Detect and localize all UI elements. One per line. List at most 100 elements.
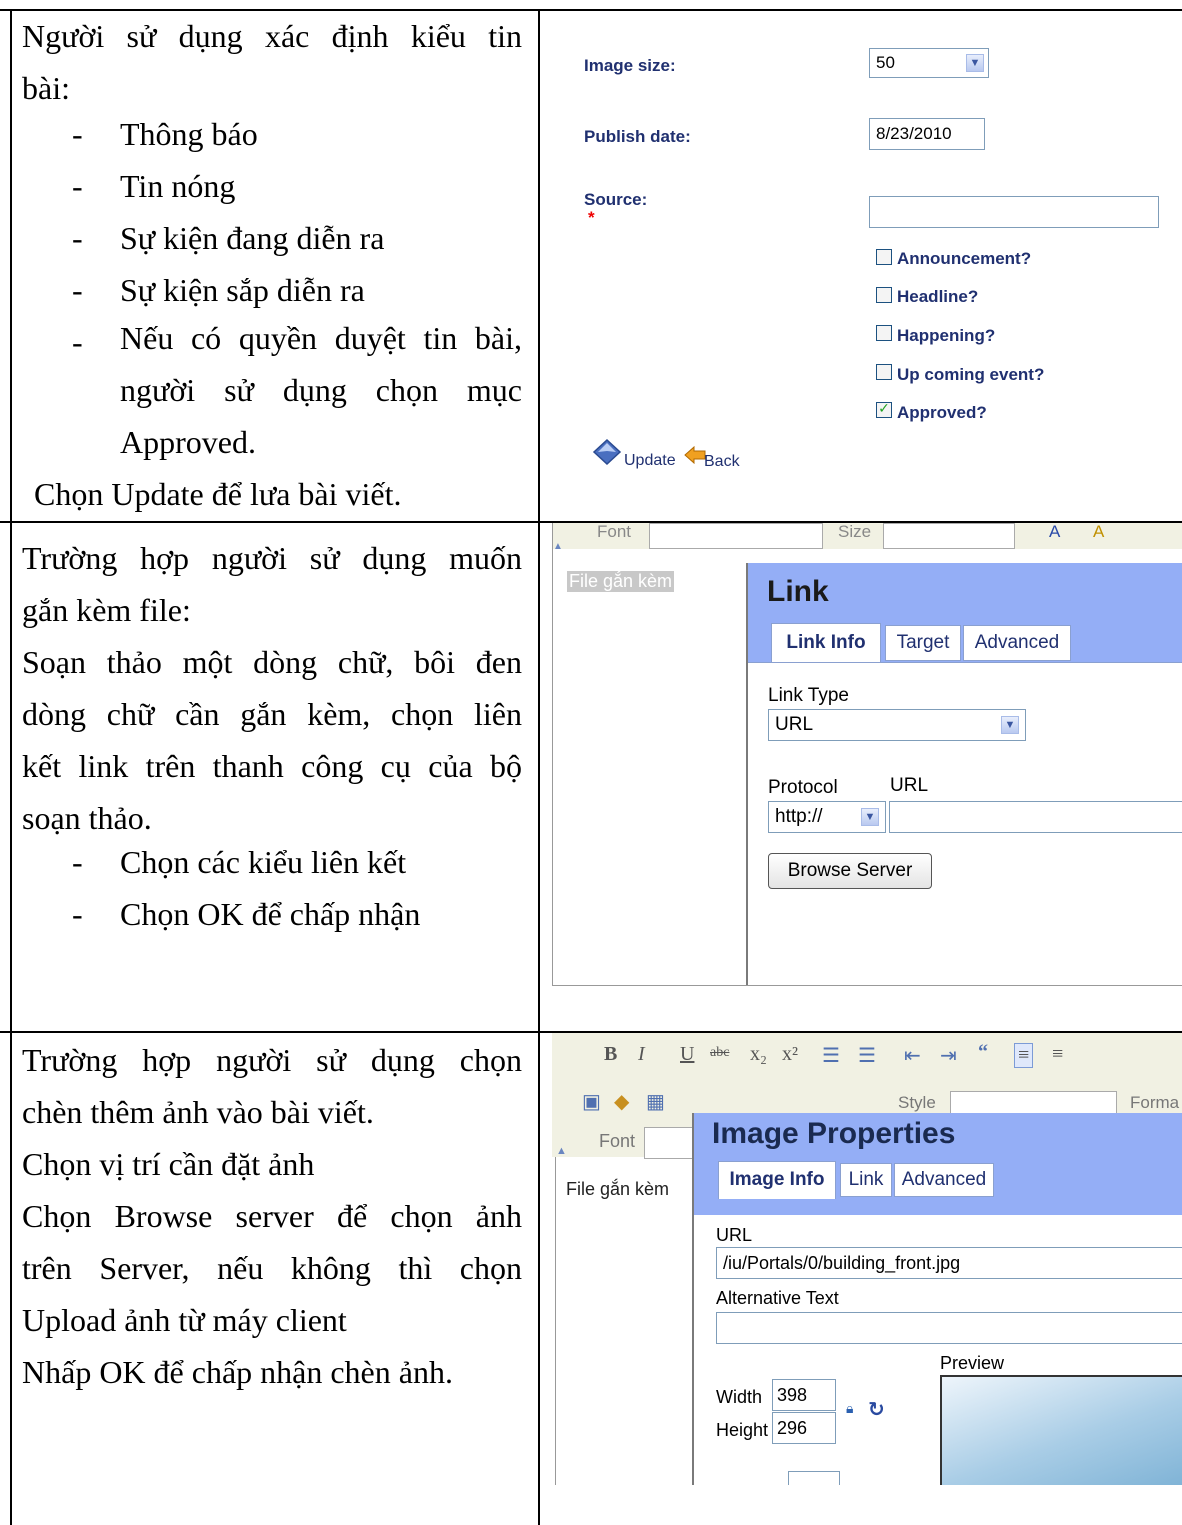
tab-image-info[interactable]: Image Info [718, 1161, 836, 1199]
row2-line1: Trường hợp người sử dụng muốn [22, 540, 522, 576]
toolbar-size-label: Size [838, 523, 872, 541]
row3-line3: Chọn vị trí cần đặt ảnh [22, 1146, 315, 1182]
table-icon[interactable]: ▦ [646, 1089, 665, 1114]
browse-server-button[interactable]: Browse Server [768, 853, 932, 889]
row2-line2: gắn kèm file: [22, 592, 191, 628]
bullet-dash: - [72, 844, 83, 880]
bulleted-list-icon[interactable]: ☰ [858, 1043, 876, 1068]
subscript-icon[interactable]: x₂ [750, 1043, 767, 1066]
happening-label: Happening? [897, 326, 996, 345]
height-value: 296 [777, 1418, 808, 1438]
column-divider [538, 9, 540, 1525]
collapse-icon[interactable]: ▲ [556, 1145, 567, 1157]
headline-checkbox[interactable] [876, 287, 892, 303]
row3-line5: trên Server, nếu không thì chọn [22, 1250, 522, 1286]
url-input[interactable] [889, 801, 1182, 833]
font-select[interactable] [649, 523, 823, 549]
bullet-dash: - [72, 896, 83, 932]
back-label: Back [704, 453, 740, 470]
row1-closing: Chọn Update để lưa bài viết. [34, 476, 402, 512]
row3-line4: Chọn Browse server để chọn ảnh [22, 1198, 522, 1234]
link-type-value: URL [775, 714, 814, 735]
browse-server-label: Browse Server [787, 860, 913, 881]
height-label: Height [716, 1420, 769, 1440]
image-size-select[interactable]: 50 ▼ [869, 48, 989, 78]
highlight-color-icon[interactable]: A [1093, 523, 1104, 541]
reset-size-icon[interactable]: ↻ [868, 1397, 885, 1421]
font-select[interactable] [644, 1127, 696, 1159]
chevron-down-icon[interactable]: ▼ [966, 54, 984, 72]
selected-text[interactable]: File gắn kèm [567, 571, 675, 592]
happening-checkbox[interactable] [876, 325, 892, 341]
required-mark: * [588, 208, 595, 227]
chevron-down-icon[interactable]: ▼ [1001, 716, 1019, 734]
tab-link-info[interactable]: Link Info [771, 623, 881, 663]
row2-line3: Soạn thảo một dòng chữ, bôi đen [22, 644, 522, 680]
dialog-left-edge [746, 663, 748, 985]
row3-line1: Trường hợp người sử dụng chọn [22, 1042, 522, 1078]
outdent-icon[interactable]: ⇤ [904, 1043, 921, 1068]
align-center-icon[interactable]: ≡ [1052, 1043, 1063, 1066]
bullet-dash: - [72, 324, 83, 360]
image-preview [940, 1375, 1182, 1485]
flash-icon[interactable]: ◆ [614, 1089, 629, 1114]
tab-label: Link Info [786, 632, 866, 653]
approved-label: Approved? [897, 403, 987, 422]
collapse-icon[interactable]: ▲ [553, 541, 567, 552]
text-color-icon[interactable]: A [1049, 523, 1060, 541]
update-icon [592, 438, 622, 466]
italic-icon[interactable]: I [638, 1043, 645, 1066]
upcoming-event-checkbox[interactable] [876, 364, 892, 380]
bullet-item: Sự kiện sắp diễn ra [120, 272, 365, 308]
dialog-left-edge [692, 1215, 694, 1485]
superscript-icon[interactable]: x² [782, 1043, 798, 1066]
indent-icon[interactable]: ⇥ [940, 1043, 957, 1068]
lock-ratio-icon[interactable]: 🔒︎ [846, 1402, 853, 1418]
blockquote-icon[interactable]: “ [978, 1041, 988, 1064]
tab-link[interactable]: Link [840, 1163, 892, 1197]
image-dialog-screenshot: B I U abc x₂ x² ☰ ☰ ⇤ ⇥ “ ≡ ≡ ▣ ◆ ▦ Styl… [552, 1033, 1182, 1485]
publish-date-input[interactable]: 8/23/2010 [869, 118, 985, 150]
row3-line7: Nhấp OK để chấp nhận chèn ảnh. [22, 1354, 453, 1390]
border-input[interactable] [788, 1471, 840, 1485]
height-input[interactable]: 296 [772, 1412, 836, 1444]
url-label: URL [716, 1225, 753, 1245]
strikethrough-icon[interactable]: abc [710, 1045, 729, 1061]
chevron-down-icon[interactable]: ▼ [861, 808, 879, 826]
row1-intro-line2: bài: [22, 70, 70, 106]
alt-text-input[interactable] [716, 1312, 1182, 1344]
image-size-value: 50 [876, 53, 895, 72]
tab-label: Image Info [729, 1169, 825, 1190]
bold-icon[interactable]: B [604, 1043, 617, 1066]
image-url-input[interactable]: /iu/Portals/0/building_front.jpg [716, 1247, 1182, 1279]
tab-advanced[interactable]: Advanced [894, 1163, 994, 1197]
back-arrow-icon [684, 446, 706, 464]
bullet-dash: - [72, 116, 83, 152]
row3-line2: chèn thêm ảnh vào bài viết. [22, 1094, 374, 1130]
bullet-item: Tin nóng [120, 168, 236, 204]
tab-label: Advanced [901, 1169, 987, 1190]
image-icon[interactable]: ▣ [582, 1089, 601, 1114]
preview-label: Preview [940, 1353, 1005, 1373]
bullet5-line2: người sử dụng chọn mục [120, 372, 522, 408]
source-input[interactable] [869, 196, 1159, 228]
size-select[interactable] [883, 523, 1015, 549]
image-dialog-title: Image Properties [712, 1117, 956, 1150]
link-dialog-title: Link [767, 575, 829, 608]
table-left-border [10, 9, 12, 1525]
link-type-select[interactable]: URL ▼ [768, 709, 1026, 741]
tab-advanced[interactable]: Advanced [963, 625, 1071, 661]
numbered-list-icon[interactable]: ☰ [822, 1043, 840, 1068]
width-input[interactable]: 398 [772, 1379, 836, 1411]
approved-checkbox[interactable]: ✓ [876, 402, 892, 418]
row3-line6: Upload ảnh từ máy client [22, 1302, 347, 1338]
underline-icon[interactable]: U [680, 1043, 694, 1066]
protocol-select[interactable]: http:// ▼ [768, 801, 886, 833]
tab-label: Target [896, 632, 950, 653]
tab-target[interactable]: Target [885, 625, 961, 661]
image-url-value: /iu/Portals/0/building_front.jpg [723, 1253, 961, 1273]
announcement-checkbox[interactable] [876, 249, 892, 265]
align-left-icon[interactable]: ≡ [1014, 1043, 1034, 1068]
link-dialog-screenshot: Font Size A A ▲ File gắn kèm Link Link I… [552, 523, 1182, 986]
bullet-item: Chọn OK để chấp nhận [120, 896, 421, 932]
